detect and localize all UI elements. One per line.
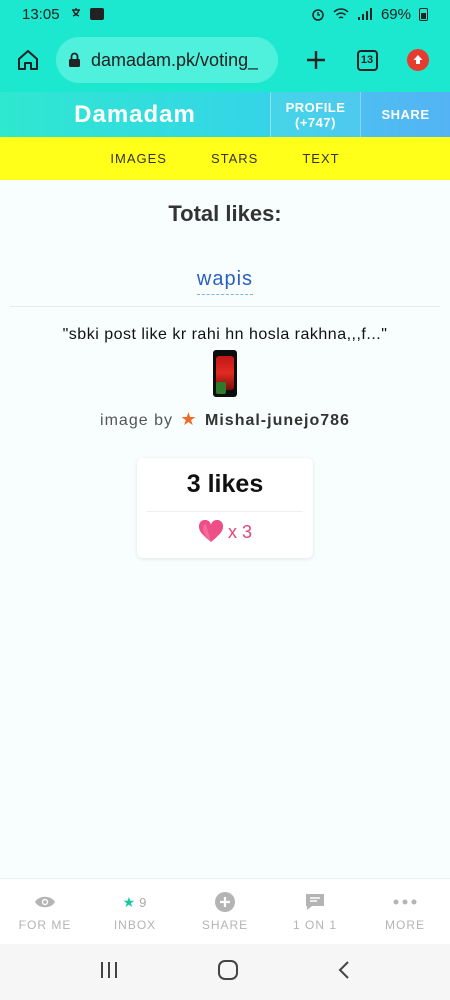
category-nav: IMAGES STARS TEXT [0, 137, 450, 180]
battery-icon [419, 7, 428, 21]
site-header: Damadam PROFILE (+747) SHARE [0, 92, 450, 137]
alarm-icon [312, 9, 324, 21]
nav-one-on-one[interactable]: 1 ON 1 [270, 879, 360, 944]
nav-inbox-label: INBOX [113, 918, 157, 932]
eye-icon [34, 891, 56, 913]
nav-share-label: SHARE [201, 918, 249, 932]
status-system-icons: 69% [311, 6, 428, 23]
post-caption: "sbki post like kr rahi hn hosla rakhna,… [62, 326, 388, 343]
back-arrow-icon [338, 960, 349, 979]
header-share-button[interactable]: SHARE [360, 92, 450, 137]
inbox-badge: 9 [139, 894, 148, 910]
profile-label: PROFILE [285, 99, 346, 115]
signal-icon [357, 7, 372, 20]
heart-multiplier: x 3 [227, 521, 252, 542]
new-tab-button[interactable] [288, 28, 344, 92]
system-back-button[interactable] [337, 960, 351, 985]
header-share-label: SHARE [381, 107, 430, 122]
browser-toolbar: damadam.pk/voting_ 13 [0, 28, 450, 92]
system-home-button[interactable] [217, 959, 239, 986]
address-bar[interactable]: damadam.pk/voting_ [56, 37, 278, 83]
site-logo[interactable]: Damadam [0, 92, 270, 137]
page-title: Total likes: [168, 201, 282, 226]
nav-for-me-label: FOR ME [18, 918, 72, 932]
divider [10, 306, 440, 307]
star-icon: ★ [122, 893, 137, 910]
bottom-nav: FOR ME ★ 9 INBOX SHARE 1 ON 1 MORE [0, 878, 450, 944]
likes-card: 3 likes x 3 [137, 458, 313, 558]
recent-apps-icon [101, 961, 117, 978]
post-image-thumbnail[interactable] [213, 350, 237, 397]
back-link-wrapper: wapis [0, 268, 450, 295]
wifi-icon [333, 7, 349, 19]
nav-images[interactable]: IMAGES [110, 151, 167, 166]
recent-apps-button[interactable] [99, 961, 119, 984]
update-arrow-icon [407, 49, 429, 71]
nav-one-on-one-label: 1 ON 1 [292, 918, 337, 932]
nav-more-label: MORE [385, 918, 425, 932]
home-icon [18, 50, 38, 70]
battery-percent: 69% [380, 5, 411, 23]
profile-points: (+747) [295, 114, 336, 130]
plus-icon [307, 51, 325, 69]
author-username[interactable]: Mishal-junejo786 [205, 412, 350, 429]
nav-more[interactable]: MORE [360, 879, 450, 944]
card-divider [147, 511, 303, 512]
nav-for-me[interactable]: FOR ME [0, 879, 90, 944]
star-icon: ★ [180, 409, 198, 429]
nav-share[interactable]: SHARE [180, 879, 270, 944]
app-notification-icon [89, 8, 104, 20]
nav-inbox[interactable]: ★ 9 INBOX [90, 879, 180, 944]
tabs-count: 13 [356, 49, 378, 71]
nav-text[interactable]: TEXT [302, 151, 339, 166]
image-byline: image by ★ Mishal-junejo786 [0, 409, 450, 430]
inbox-indicator: ★ 9 [123, 891, 148, 913]
plus-circle-icon [214, 891, 236, 913]
likes-count: 3 likes [186, 470, 264, 498]
system-navigation-bar [0, 944, 450, 1000]
status-notification-icons [70, 7, 104, 21]
lock-icon [69, 52, 80, 67]
profile-button[interactable]: PROFILE (+747) [270, 92, 360, 137]
leaf-image [216, 382, 226, 394]
tabs-button[interactable]: 13 [344, 28, 390, 92]
status-time: 13:05 [22, 5, 60, 23]
system-home-icon [218, 959, 238, 980]
byline-prefix: image by [100, 412, 173, 429]
heart-icon [198, 520, 223, 542]
translate-icon [71, 8, 80, 17]
main-content: Total likes: wapis "sbki post like kr ra… [0, 180, 450, 878]
browser-update-button[interactable] [390, 28, 446, 92]
nav-stars[interactable]: STARS [211, 151, 258, 166]
back-link[interactable]: wapis [196, 268, 254, 295]
more-dots-icon [393, 891, 417, 913]
status-bar: 13:05 69% [0, 0, 450, 28]
chat-icon [304, 891, 326, 913]
home-button[interactable] [0, 28, 56, 92]
heart-reactions: x 3 [137, 520, 313, 544]
url-text: damadam.pk/voting_ [91, 49, 259, 70]
